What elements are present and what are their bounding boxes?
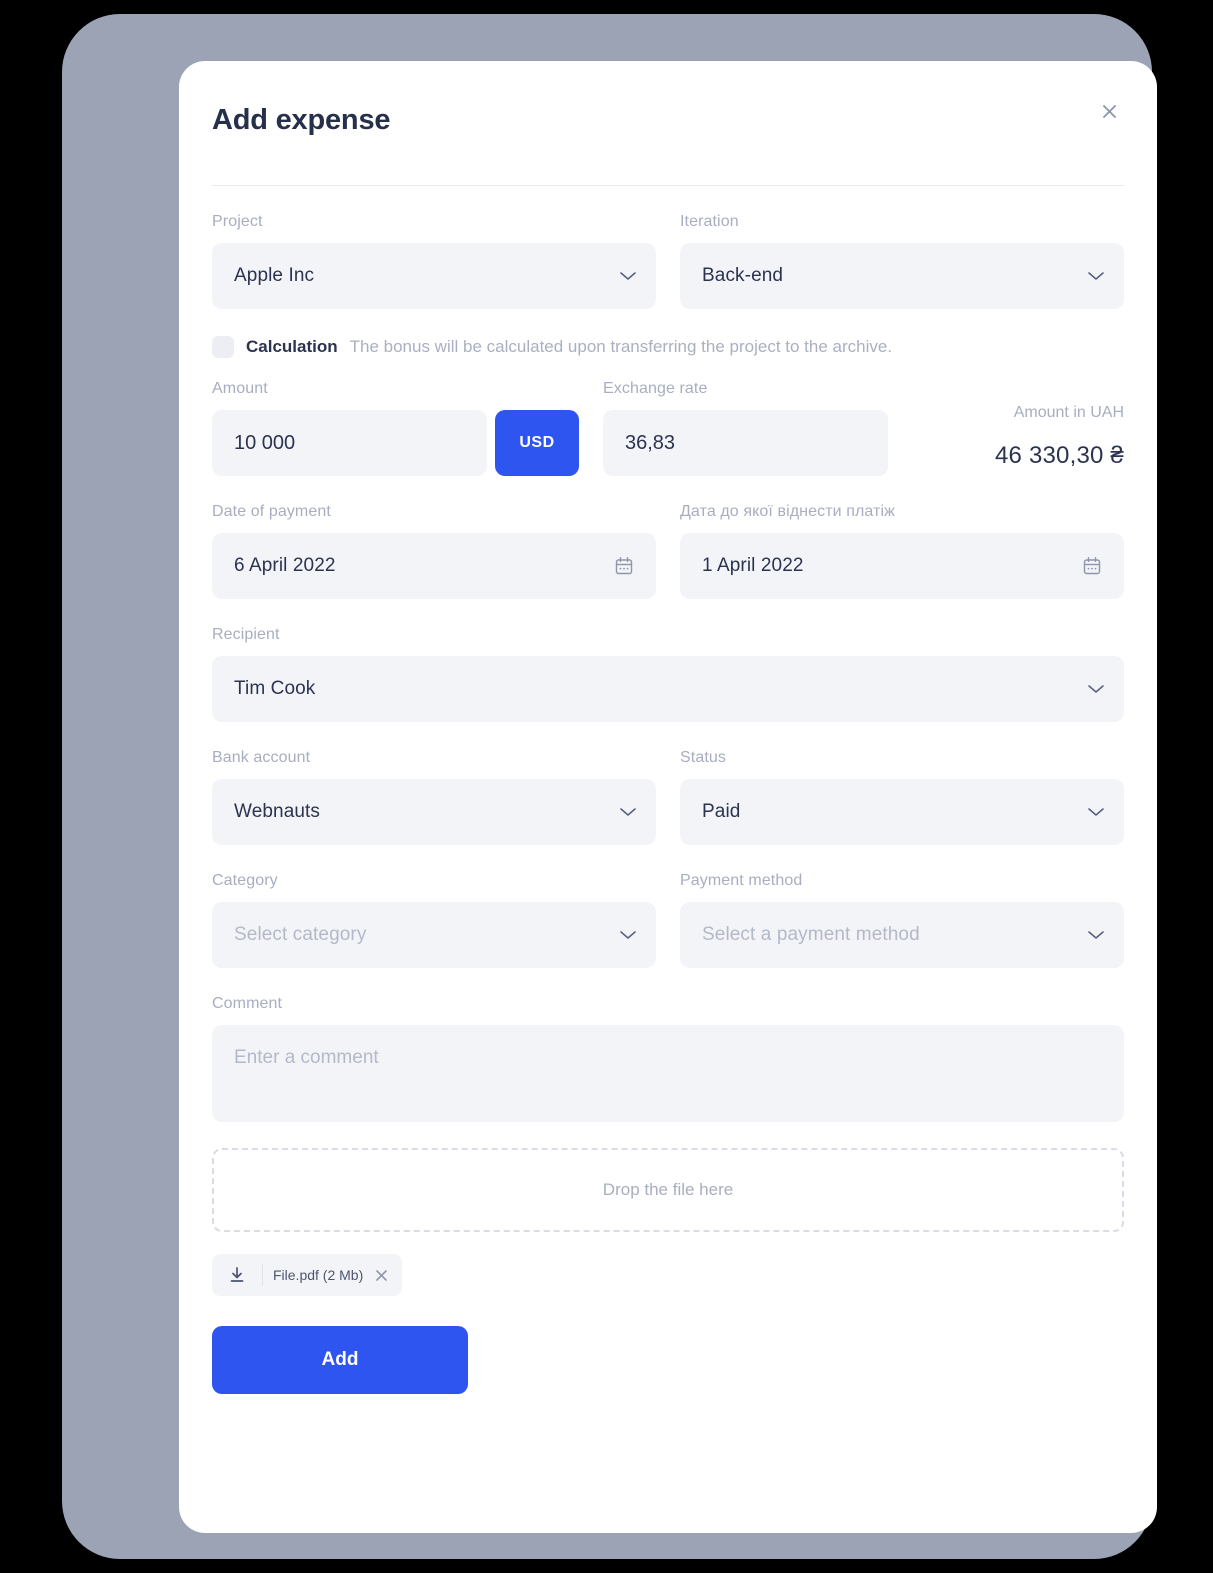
- iteration-value: Back-end: [702, 265, 784, 286]
- close-icon[interactable]: [373, 1269, 388, 1282]
- category-placeholder: Select category: [234, 924, 367, 945]
- calculation-checkbox[interactable]: [212, 336, 234, 358]
- date-of-payment-input[interactable]: 6 April 2022: [212, 533, 656, 599]
- chevron-down-icon: [1088, 684, 1104, 694]
- exchange-rate-label: Exchange rate: [603, 380, 708, 397]
- page-title: Add expense: [212, 104, 391, 136]
- calendar-icon[interactable]: [1082, 556, 1102, 576]
- header-divider: [212, 185, 1124, 186]
- payment-method-select[interactable]: Select a payment method: [680, 902, 1124, 968]
- attachment-chip: File.pdf (2 Mb): [212, 1254, 403, 1296]
- project-iteration-row: Project Apple Inc Iteration Back-end: [212, 213, 1124, 309]
- download-icon[interactable]: [222, 1266, 252, 1284]
- project-field: Project Apple Inc: [212, 213, 656, 309]
- date-of-payment-label: Date of payment: [212, 503, 331, 520]
- category-payment-row: Category Select category Payment method …: [212, 872, 1124, 968]
- device-frame: Add expense Project Apple Inc Iteration …: [62, 14, 1157, 1559]
- status-value: Paid: [702, 801, 741, 822]
- status-label: Status: [680, 749, 726, 766]
- dates-row: Date of payment 6 April 2022 Дата до яко…: [212, 503, 1124, 599]
- dropzone-text: Drop the file here: [602, 1180, 734, 1199]
- currency-toggle[interactable]: USD: [495, 410, 579, 476]
- status-select[interactable]: Paid: [680, 779, 1124, 845]
- calendar-icon[interactable]: [614, 556, 634, 576]
- iteration-label: Iteration: [680, 213, 739, 230]
- comment-input[interactable]: Enter a comment: [212, 1025, 1124, 1122]
- close-icon[interactable]: [1096, 98, 1122, 124]
- chevron-down-icon: [1088, 930, 1104, 940]
- chevron-down-icon: [620, 930, 636, 940]
- recipient-field: Recipient Tim Cook: [212, 626, 1124, 722]
- date-of-payment-value: 6 April 2022: [234, 555, 336, 576]
- attachment-name: File.pdf (2 Mb): [273, 1267, 364, 1283]
- exchange-rate-field: Exchange rate 36,83: [603, 380, 888, 476]
- recipient-value: Tim Cook: [234, 678, 316, 699]
- amount-label: Amount: [212, 380, 268, 397]
- amount-in-uah-label: Amount in UAH: [1013, 404, 1124, 421]
- bank-account-field: Bank account Webnauts: [212, 749, 656, 845]
- payment-method-placeholder: Select a payment method: [702, 924, 920, 945]
- amount-in-uah: Amount in UAH 46 330,30 ₴: [888, 404, 1124, 476]
- date-attribution-input[interactable]: 1 April 2022: [680, 533, 1124, 599]
- chevron-down-icon: [620, 807, 636, 817]
- project-value: Apple Inc: [234, 265, 315, 286]
- calculation-row: Calculation The bonus will be calculated…: [212, 336, 1124, 358]
- chevron-down-icon: [1088, 271, 1104, 281]
- date-of-payment-field: Date of payment 6 April 2022: [212, 503, 656, 599]
- bank-status-row: Bank account Webnauts Status Paid: [212, 749, 1124, 845]
- iteration-field: Iteration Back-end: [680, 213, 1124, 309]
- calculation-hint: The bonus will be calculated upon transf…: [349, 337, 893, 356]
- payment-method-label: Payment method: [680, 872, 803, 889]
- calculation-label: Calculation: [246, 337, 338, 356]
- bank-account-select[interactable]: Webnauts: [212, 779, 656, 845]
- recipient-label: Recipient: [212, 626, 280, 643]
- amount-value: 10 000: [234, 431, 296, 454]
- comment-label: Comment: [212, 995, 283, 1012]
- comment-placeholder: Enter a comment: [234, 1047, 379, 1068]
- amount-field: Amount 10 000 USD: [212, 380, 579, 476]
- file-dropzone[interactable]: Drop the file here: [212, 1148, 1124, 1232]
- exchange-rate-value: 36,83: [625, 431, 676, 454]
- bank-account-label: Bank account: [212, 749, 311, 766]
- amount-row: Amount 10 000 USD Exchange rate 36,83 Am…: [212, 380, 1124, 476]
- add-expense-modal: Add expense Project Apple Inc Iteration …: [179, 61, 1157, 1533]
- modal-header: Add expense: [212, 61, 1124, 186]
- iteration-select[interactable]: Back-end: [680, 243, 1124, 309]
- date-attribution-label: Дата до якої віднести платіж: [680, 503, 895, 520]
- project-label: Project: [212, 213, 263, 230]
- amount-in-uah-value: 46 330,30 ₴: [995, 442, 1124, 469]
- chevron-down-icon: [1088, 807, 1104, 817]
- category-select[interactable]: Select category: [212, 902, 656, 968]
- bank-account-value: Webnauts: [234, 801, 321, 822]
- chip-divider: [262, 1264, 263, 1286]
- comment-field: Comment Enter a comment: [212, 995, 1124, 1122]
- chevron-down-icon: [620, 271, 636, 281]
- category-field: Category Select category: [212, 872, 656, 968]
- status-field: Status Paid: [680, 749, 1124, 845]
- category-label: Category: [212, 872, 278, 889]
- add-button[interactable]: Add: [212, 1326, 468, 1394]
- amount-input[interactable]: 10 000: [212, 410, 487, 476]
- project-select[interactable]: Apple Inc: [212, 243, 656, 309]
- date-attribution-field: Дата до якої віднести платіж 1 April 202…: [680, 503, 1124, 599]
- recipient-select[interactable]: Tim Cook: [212, 656, 1124, 722]
- exchange-rate-input[interactable]: 36,83: [603, 410, 888, 476]
- payment-method-field: Payment method Select a payment method: [680, 872, 1124, 968]
- date-attribution-value: 1 April 2022: [702, 555, 804, 576]
